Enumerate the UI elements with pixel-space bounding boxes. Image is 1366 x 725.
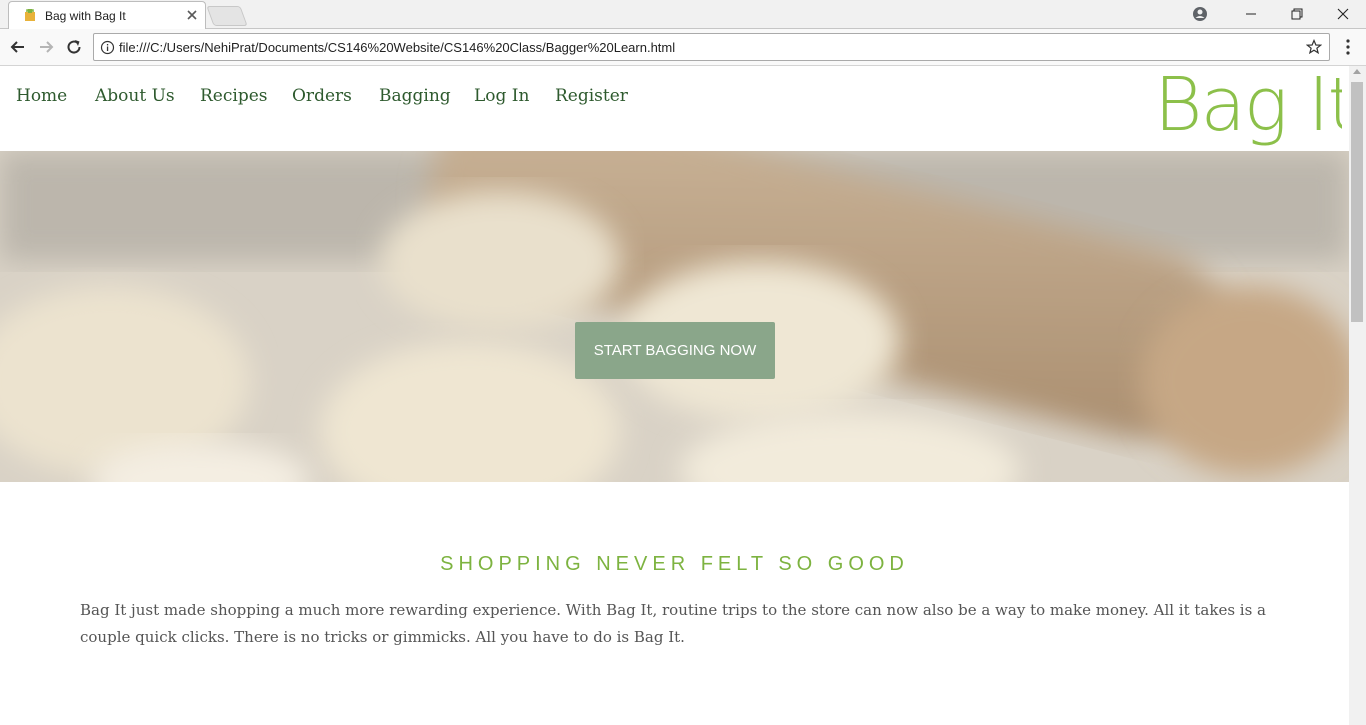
hero-banner: START BAGGING NOW xyxy=(0,151,1349,482)
restore-icon xyxy=(1291,8,1303,20)
nav-recipes-link[interactable]: Recipes xyxy=(200,86,268,106)
minimize-button[interactable] xyxy=(1228,0,1274,28)
page-viewport: Home About Us Recipes Orders Bagging Log… xyxy=(0,66,1349,725)
nav-home-link[interactable]: Home xyxy=(16,86,67,106)
hero-background-image xyxy=(0,151,1349,482)
forward-arrow-icon[interactable] xyxy=(36,37,56,57)
close-window-button[interactable] xyxy=(1320,0,1366,28)
nav-log-in-link[interactable]: Log In xyxy=(474,86,529,106)
browser-toolbar: file:///C:/Users/NehiPrat/Documents/CS14… xyxy=(0,29,1366,66)
section-paragraph: Bag It just made shopping a much more re… xyxy=(80,601,1267,646)
browser-tabstrip: Bag with Bag It xyxy=(0,0,1366,29)
scroll-up-arrow-icon[interactable] xyxy=(1353,69,1361,74)
logo-text: Bag It xyxy=(1154,68,1342,148)
nav-orders-link[interactable]: Orders xyxy=(292,86,352,106)
info-icon[interactable] xyxy=(100,40,115,55)
nav-bagging-link[interactable]: Bagging xyxy=(379,86,451,106)
bookmark-star-icon[interactable] xyxy=(1306,39,1322,55)
browser-menu-icon[interactable] xyxy=(1340,38,1356,56)
nav-about-us-link[interactable]: About Us xyxy=(95,86,175,106)
browser-tab[interactable]: Bag with Bag It xyxy=(8,1,206,29)
url-text: file:///C:/Users/NehiPrat/Documents/CS14… xyxy=(119,40,676,55)
close-icon xyxy=(1337,8,1349,20)
minimize-icon xyxy=(1246,13,1256,15)
bag-it-logo[interactable]: Bag It xyxy=(1152,68,1342,148)
close-tab-icon[interactable] xyxy=(185,8,199,22)
nav-register-link[interactable]: Register xyxy=(555,86,628,106)
bag-favicon-icon xyxy=(25,9,35,21)
start-bagging-button[interactable]: START BAGGING NOW xyxy=(575,322,775,379)
tab-title: Bag with Bag It xyxy=(45,9,126,23)
back-arrow-icon[interactable] xyxy=(8,37,28,57)
section-heading: SHOPPING NEVER FELT SO GOOD xyxy=(440,553,909,575)
restore-button[interactable] xyxy=(1274,0,1320,28)
scrollbar-thumb[interactable] xyxy=(1351,82,1363,322)
address-bar[interactable]: file:///C:/Users/NehiPrat/Documents/CS14… xyxy=(93,33,1330,61)
profile-icon[interactable] xyxy=(1190,4,1210,24)
site-navigation: Home About Us Recipes Orders Bagging Log… xyxy=(0,66,1349,151)
reload-icon[interactable] xyxy=(64,37,84,57)
vertical-scrollbar[interactable] xyxy=(1349,66,1366,725)
new-tab-button[interactable] xyxy=(206,6,248,26)
